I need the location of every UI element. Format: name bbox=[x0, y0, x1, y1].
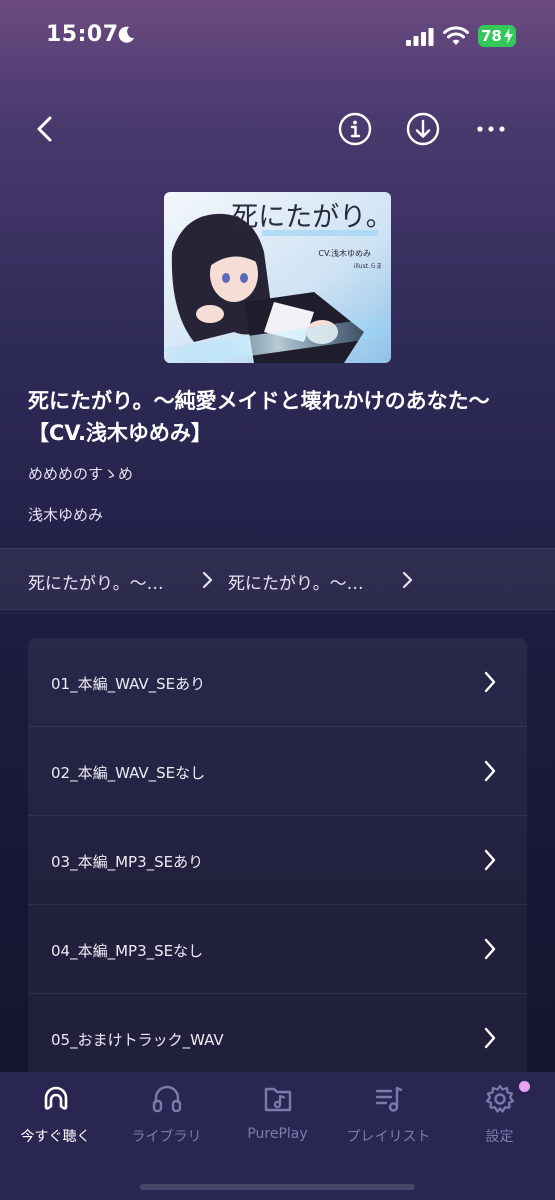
breadcrumb-item[interactable]: 死にたがり。〜… bbox=[228, 569, 364, 594]
track-label: 05_おまけトラック_WAV bbox=[51, 1031, 224, 1049]
list-item[interactable]: 04_本編_MP3_SEなし bbox=[28, 905, 527, 994]
tab-label: ライブラリ bbox=[131, 1129, 202, 1145]
more-icon bbox=[477, 126, 505, 132]
tab-listen-now[interactable]: 今すぐ聴く bbox=[0, 1082, 111, 1152]
list-item[interactable]: 02_本編_WAV_SEなし bbox=[28, 727, 527, 816]
moon-icon bbox=[118, 26, 134, 43]
status-time: 15:07 bbox=[46, 22, 119, 47]
voice-actor-name[interactable]: 浅木ゆめみ bbox=[28, 504, 103, 525]
info-button[interactable] bbox=[338, 112, 372, 146]
chevron-left-icon bbox=[37, 116, 52, 142]
notification-dot bbox=[519, 1081, 530, 1092]
cover-cv: CV.浅木ゆめみ bbox=[318, 248, 371, 258]
more-button[interactable] bbox=[474, 112, 508, 146]
cover-artwork: 死にたがり。 CV.浅木ゆめみ illust.らま bbox=[164, 192, 391, 363]
download-button[interactable] bbox=[406, 112, 440, 146]
cover-illust: illust.らま bbox=[354, 263, 382, 270]
list-item[interactable]: 03_本編_MP3_SEあり bbox=[28, 816, 527, 905]
breadcrumb: 死にたがり。〜… 死にたがり。〜… bbox=[0, 548, 555, 610]
work-title: 死にたがり。〜純愛メイドと壊れかけのあなた〜【CV.浅木ゆめみ】 bbox=[28, 389, 490, 445]
gear-icon bbox=[485, 1084, 514, 1113]
cover-title: 死にたがり。 bbox=[231, 202, 391, 232]
playlist-icon bbox=[375, 1086, 402, 1112]
battery-level: 78 bbox=[481, 27, 502, 45]
tab-playlist[interactable]: プレイリスト bbox=[333, 1082, 444, 1152]
chevron-right-icon bbox=[484, 671, 496, 693]
wifi-icon bbox=[443, 26, 469, 45]
track-label: 01_本編_WAV_SEあり bbox=[51, 675, 206, 693]
charging-icon bbox=[504, 28, 513, 44]
track-list: 01_本編_WAV_SEあり 02_本編_WAV_SEなし 03_本編_MP3_… bbox=[28, 638, 527, 1078]
tab-pureplay[interactable]: PurePlay bbox=[222, 1082, 333, 1152]
tab-library[interactable]: ライブラリ bbox=[111, 1082, 222, 1152]
tab-settings[interactable]: 設定 bbox=[444, 1082, 555, 1152]
chevron-right-icon bbox=[484, 1027, 496, 1049]
music-file-icon bbox=[264, 1087, 291, 1112]
track-label: 02_本編_WAV_SEなし bbox=[51, 764, 206, 782]
status-bar: 15:07 78 bbox=[0, 0, 555, 76]
nav-bar bbox=[0, 100, 555, 160]
list-item[interactable]: 05_おまけトラック_WAV bbox=[28, 994, 527, 1078]
home-indicator[interactable] bbox=[140, 1184, 415, 1190]
tab-label: プレイリスト bbox=[346, 1129, 431, 1145]
circle-name[interactable]: めめめのすゝめ bbox=[28, 463, 133, 484]
breadcrumb-item[interactable]: 死にたがり。〜… bbox=[28, 569, 164, 594]
tab-label: 設定 bbox=[485, 1129, 514, 1145]
chevron-right-icon bbox=[484, 760, 496, 782]
battery-indicator: 78 bbox=[478, 25, 516, 47]
tab-bar: 今すぐ聴く ライブラリ PurePlay プレイリスト 設定 bbox=[0, 1072, 555, 1200]
track-label: 03_本編_MP3_SEあり bbox=[51, 853, 204, 871]
list-item[interactable]: 01_本編_WAV_SEあり bbox=[28, 638, 527, 727]
chevron-right-icon bbox=[402, 571, 413, 589]
listen-now-icon bbox=[44, 1086, 67, 1110]
tab-label: PurePlay bbox=[247, 1126, 308, 1142]
track-label: 04_本編_MP3_SEなし bbox=[51, 942, 204, 960]
info-icon bbox=[338, 112, 372, 146]
download-icon bbox=[406, 112, 440, 146]
headphones-icon bbox=[152, 1085, 181, 1113]
back-button[interactable] bbox=[28, 112, 62, 146]
cellular-signal-icon bbox=[406, 28, 434, 46]
chevron-right-icon bbox=[484, 938, 496, 960]
chevron-right-icon bbox=[202, 571, 213, 589]
tab-label: 今すぐ聴く bbox=[20, 1129, 91, 1145]
chevron-right-icon bbox=[484, 849, 496, 871]
